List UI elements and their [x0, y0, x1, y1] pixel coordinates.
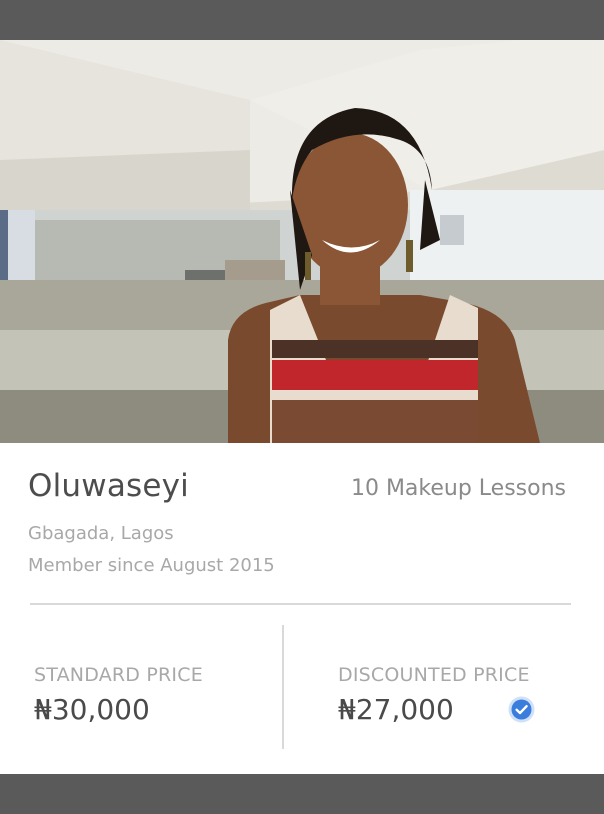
bottom-bar	[0, 774, 604, 814]
discounted-price-label: DISCOUNTED PRICE	[338, 664, 530, 686]
tutor-location: Gbagada, Lagos	[28, 523, 174, 544]
standard-price-value: ₦30,000	[34, 693, 150, 726]
section-divider	[30, 603, 571, 605]
tutor-name: Oluwaseyi	[28, 468, 189, 504]
lesson-count: 10 Makeup Lessons	[350, 476, 566, 501]
top-bar	[0, 0, 604, 40]
member-since: Member since August 2015	[28, 555, 275, 576]
standard-price-label: STANDARD PRICE	[34, 664, 203, 686]
price-divider	[282, 625, 284, 749]
check-circle-icon	[508, 696, 535, 723]
discounted-price-value: ₦27,000	[338, 693, 454, 726]
tutor-card[interactable]: Oluwaseyi 10 Makeup Lessons Gbagada, Lag…	[0, 40, 604, 774]
profile-photo	[0, 40, 604, 443]
